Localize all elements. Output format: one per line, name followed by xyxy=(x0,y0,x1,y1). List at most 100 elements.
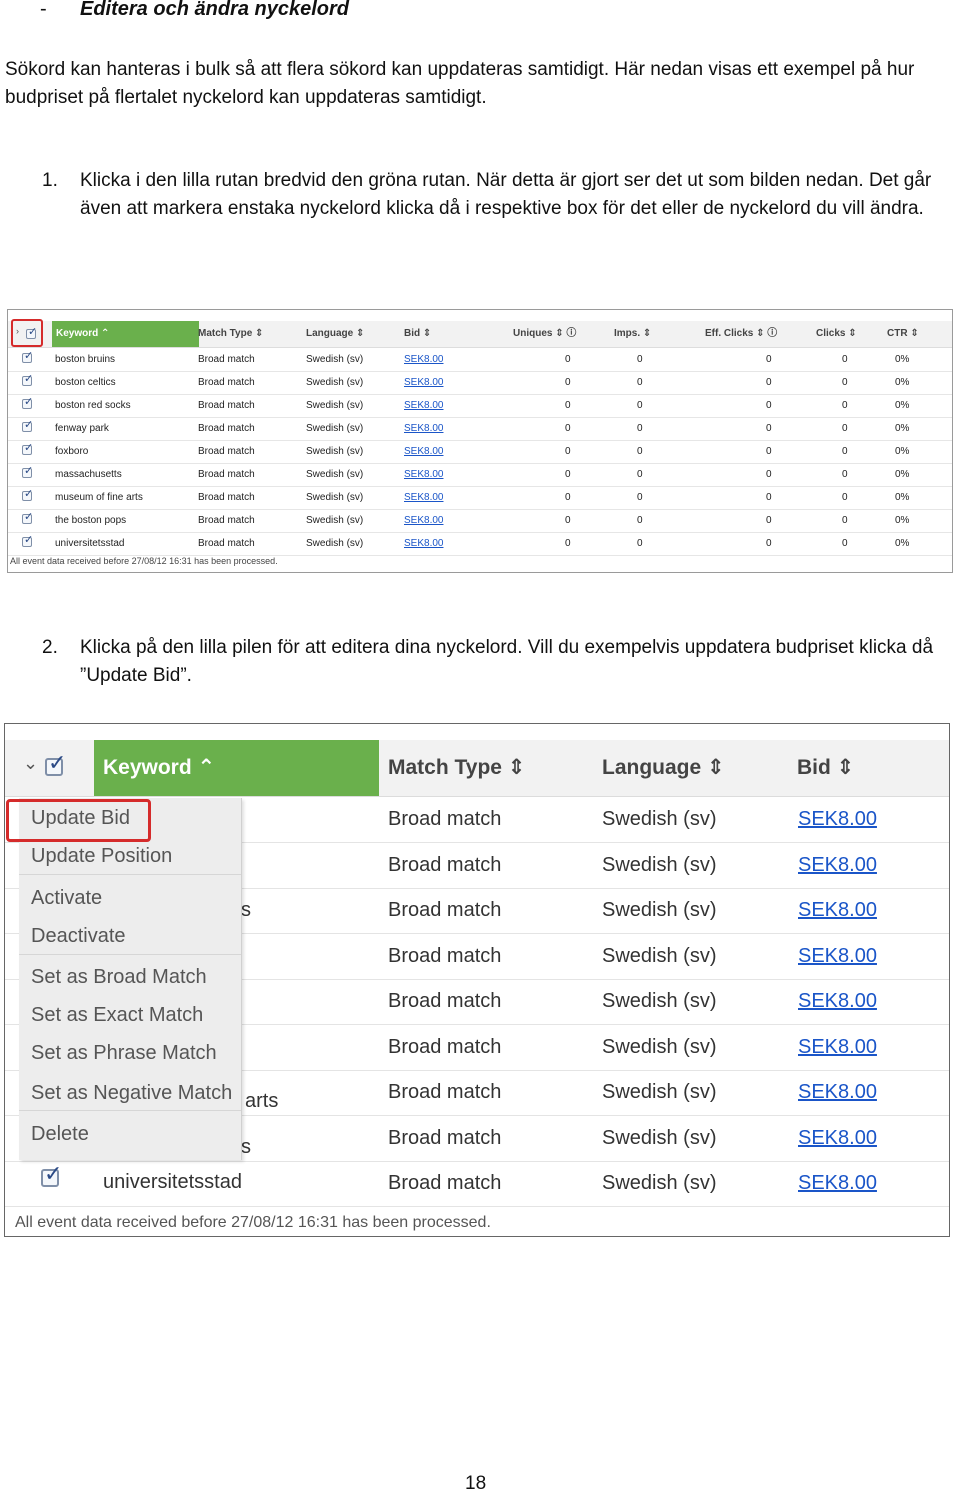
bulk-action-menu: Update Bid Update Position Activate Deactiv… xyxy=(19,798,242,1160)
header-ctr[interactable]: CTR ⇕ xyxy=(887,321,919,347)
select-all-checkbox[interactable]: ✓ xyxy=(45,750,66,776)
row-checkbox[interactable]: ✓ xyxy=(22,419,33,432)
header-keyword[interactable]: Keyword ⌃ xyxy=(103,740,215,796)
cell-bid[interactable]: SEK8.00 xyxy=(404,509,443,532)
cell-bid[interactable]: SEK8.00 xyxy=(404,532,443,555)
cell-language: Swedish (sv) xyxy=(602,1035,717,1058)
table-row: ✓ foxboro Broad match Swedish (sv) SEK8.00 0 0… xyxy=(8,440,952,464)
cell-keyword: foxboro xyxy=(55,446,89,457)
row-checkbox[interactable]: ✓ xyxy=(22,534,33,547)
cell-language: Swedish (sv) xyxy=(602,990,717,1012)
table-row: ✓ fenway park Broad match Swedish (sv) SEK8.… xyxy=(8,417,952,441)
cell-bid[interactable]: SEK8.00 xyxy=(798,934,877,979)
row-checkbox[interactable]: ✓ xyxy=(22,442,33,455)
cell-language: Swedish (sv) xyxy=(602,899,717,921)
cell-uniques: 0 xyxy=(565,354,571,365)
cell-bid[interactable]: SEK8.00 xyxy=(404,417,443,440)
cell-bid[interactable]: SEK8.00 xyxy=(404,463,443,486)
menu-item-activate[interactable]: Activate xyxy=(31,887,102,910)
cell-language: Swedish (sv) xyxy=(306,400,364,411)
cell-imps: 0 xyxy=(637,400,643,411)
cell-bid[interactable]: SEK8.00 xyxy=(798,1161,877,1206)
cell-uniques: 0 xyxy=(565,446,571,457)
cell-ctr: 0% xyxy=(895,492,910,503)
menu-separator xyxy=(19,874,241,875)
cell-language: Swedish (sv) xyxy=(306,515,364,526)
header-match-type[interactable]: Match Type ⇕ xyxy=(388,740,525,796)
header-language[interactable]: Language ⇕ xyxy=(602,740,725,796)
header-bid[interactable]: Bid ⇕ xyxy=(797,740,854,796)
row-checkbox[interactable]: ✓ xyxy=(22,465,33,478)
header-clicks[interactable]: Clicks ⇕ xyxy=(816,321,857,347)
cell-bid[interactable]: SEK8.00 xyxy=(798,888,877,933)
cell-uniques: 0 xyxy=(565,515,571,526)
cell-ctr: 0% xyxy=(895,515,910,526)
select-all-highlight-box xyxy=(11,319,43,347)
row-checkbox[interactable]: ✓ xyxy=(22,373,33,386)
cell-clicks: 0 xyxy=(842,515,848,526)
cell-language: Swedish (sv) xyxy=(602,1172,717,1194)
cell-match-type: Broad match xyxy=(198,538,255,549)
dropdown-arrow-icon[interactable]: ⌄ xyxy=(23,753,38,774)
heading-dash: - xyxy=(40,0,47,20)
cell-imps: 0 xyxy=(637,492,643,503)
header-keyword[interactable]: Keyword ⌃ xyxy=(56,321,109,347)
cell-bid[interactable]: SEK8.00 xyxy=(798,1025,877,1070)
header-imps[interactable]: Imps. ⇕ xyxy=(614,321,651,347)
cell-eff-clicks: 0 xyxy=(766,377,772,388)
row-checkbox[interactable]: ✓ xyxy=(41,1161,62,1187)
menu-item-set-as-broad-match[interactable]: Set as Broad Match xyxy=(31,966,207,989)
header-bid[interactable]: Bid ⇕ xyxy=(404,321,431,347)
cell-keyword-partial: s xyxy=(241,899,251,921)
menu-item-delete[interactable]: Delete xyxy=(31,1123,89,1146)
cell-bid[interactable]: SEK8.00 xyxy=(798,1116,877,1161)
last-row-keyword: universitetsstad xyxy=(103,1171,242,1193)
cell-bid[interactable]: SEK8.00 xyxy=(404,394,443,417)
header-uniques[interactable]: Uniques ⇕ ⓘ xyxy=(513,321,576,347)
cell-bid[interactable]: SEK8.00 xyxy=(798,979,877,1024)
table-row: ✓ boston celtics Broad match Swedish (sv) SE… xyxy=(8,371,952,395)
cell-eff-clicks: 0 xyxy=(766,400,772,411)
cell-ctr: 0% xyxy=(895,469,910,480)
cell-language: Swedish (sv) xyxy=(306,538,364,549)
row-checkbox[interactable]: ✓ xyxy=(22,488,33,501)
table-row: ✓ museum of fine arts Broad match Swedish (… xyxy=(8,486,952,510)
menu-item-set-as-phrase-match[interactable]: Set as Phrase Match xyxy=(31,1042,217,1065)
menu-item-deactivate[interactable]: Deactivate xyxy=(31,925,126,948)
table-header: ⌄ ✓ Keyword ⌃ Match Type ⇕ Language ⇕ Bi… xyxy=(5,740,949,797)
cell-uniques: 0 xyxy=(565,423,571,434)
cell-bid[interactable]: SEK8.00 xyxy=(798,843,877,888)
menu-item-set-as-negative-match[interactable]: Set as Negative Match xyxy=(31,1082,232,1105)
cell-keyword: museum of fine arts xyxy=(55,492,143,503)
cell-language: Swedish (sv) xyxy=(306,469,364,480)
cell-bid[interactable]: SEK8.00 xyxy=(404,371,443,394)
table-row: ✓ the boston pops Broad match Swedish (sv) S… xyxy=(8,509,952,533)
heading-text: Editera och ändra nyckelord xyxy=(80,0,349,20)
update-bid-highlight-box xyxy=(6,799,151,842)
table-row: ✓ boston bruins Broad match Swedish (sv) SEK… xyxy=(8,348,952,372)
cell-bid[interactable]: SEK8.00 xyxy=(404,486,443,509)
cell-language: Swedish (sv) xyxy=(602,1126,717,1149)
menu-item-update-position[interactable]: Update Position xyxy=(31,845,172,868)
cell-keyword: the boston pops xyxy=(55,515,127,526)
row-checkbox[interactable]: ✓ xyxy=(22,511,33,524)
header-eff-clicks[interactable]: Eff. Clicks ⇕ ⓘ xyxy=(705,321,777,347)
header-match-type[interactable]: Match Type ⇕ xyxy=(198,321,263,347)
menu-item-set-as-exact-match[interactable]: Set as Exact Match xyxy=(31,1004,203,1027)
cell-bid[interactable]: SEK8.00 xyxy=(798,797,877,842)
cell-bid[interactable]: SEK8.00 xyxy=(404,440,443,463)
menu-separator xyxy=(19,954,241,955)
intro-paragraph: Sökord kan hanteras i bulk så att flera … xyxy=(5,59,915,108)
table-row: ✓ massachusetts Broad match Swedish (sv) SEK… xyxy=(8,463,952,487)
cell-keyword: boston red socks xyxy=(55,400,131,411)
row-checkbox[interactable]: ✓ xyxy=(22,396,33,409)
header-language[interactable]: Language ⇕ xyxy=(306,321,364,347)
cell-imps: 0 xyxy=(637,354,643,365)
row-checkbox[interactable]: ✓ xyxy=(22,350,33,363)
cell-ctr: 0% xyxy=(895,446,910,457)
processing-status: All event data received before 27/08/12 … xyxy=(10,556,278,566)
cell-match-type: Broad match xyxy=(198,492,255,503)
cell-bid[interactable]: SEK8.00 xyxy=(798,1070,877,1115)
cell-bid[interactable]: SEK8.00 xyxy=(404,348,443,371)
table-row: ✓ universitetsstad Broad match Swedish (sv)… xyxy=(8,532,952,556)
